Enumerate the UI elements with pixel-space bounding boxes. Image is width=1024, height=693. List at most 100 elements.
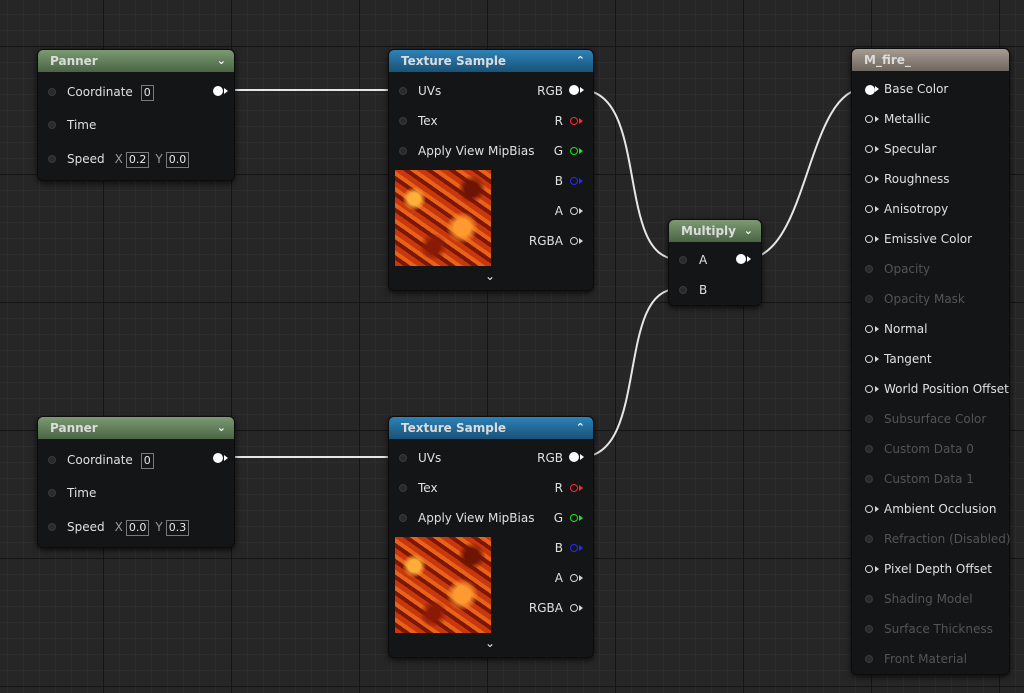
coordinate-pin[interactable] (48, 456, 56, 464)
node-header[interactable]: Panner ⌄ (38, 417, 234, 439)
material-input-pin[interactable] (865, 565, 873, 573)
coordinate-input[interactable]: 0 (140, 85, 154, 101)
material-input-label: Opacity (884, 262, 931, 276)
node-title: Texture Sample (401, 421, 507, 435)
b-pin[interactable] (570, 544, 578, 552)
b-pin[interactable] (570, 177, 578, 185)
chevron-up-icon[interactable]: ⌃ (576, 50, 585, 72)
uvs-pin[interactable] (399, 87, 407, 95)
panner-node-2[interactable]: Panner ⌄ Coordinate 0 Time Speed X 0.0 Y 0.3 (37, 416, 235, 548)
speed-x-input[interactable]: 0.2 (125, 152, 150, 168)
material-input-pin[interactable] (865, 145, 873, 153)
rgba-pin[interactable] (570, 604, 578, 612)
expand-chevron-icon[interactable]: ⌄ (485, 636, 495, 650)
material-input-pin[interactable] (865, 265, 873, 273)
speed-y-input[interactable]: 0.3 (165, 520, 190, 536)
material-input-label: Front Material (884, 652, 967, 666)
material-input-pin[interactable] (865, 475, 873, 483)
material-input-pin[interactable] (865, 625, 873, 633)
material-input-pin[interactable] (865, 655, 873, 663)
node-header[interactable]: Multiply ⌄ (669, 220, 761, 242)
arrow-icon (875, 176, 879, 182)
chevron-up-icon[interactable]: ⌃ (576, 417, 585, 439)
input-a-label: A (699, 253, 708, 267)
mipbias-pin[interactable] (399, 147, 407, 155)
speed-pin[interactable] (48, 523, 56, 531)
speed-label: Speed (67, 152, 105, 166)
a-arrow-icon (579, 575, 583, 581)
node-header[interactable]: Panner ⌄ (38, 50, 234, 72)
node-header[interactable]: Texture Sample ⌃ (389, 50, 593, 72)
rgb-pin[interactable] (569, 85, 579, 95)
material-input-label: Subsurface Color (884, 412, 987, 426)
g-label: G (553, 144, 563, 158)
texture-sample-node-1[interactable]: Texture Sample ⌃ UVs Tex Apply View MipB… (388, 49, 594, 291)
texture-sample-node-2[interactable]: Texture Sample ⌃ UVs Tex Apply View MipB… (388, 416, 594, 658)
g-pin[interactable] (570, 147, 578, 155)
uvs-label: UVs (418, 451, 442, 465)
material-output-node[interactable]: M_fire_ Base Color Metallic Specular Roughn… (851, 48, 1011, 675)
b-label: B (554, 541, 563, 555)
time-pin[interactable] (48, 121, 56, 129)
a-pin[interactable] (570, 207, 578, 215)
chevron-down-icon[interactable]: ⌄ (217, 50, 226, 72)
uvs-label: UVs (418, 84, 442, 98)
material-input-pin[interactable] (865, 415, 873, 423)
wire-tex1-to-multiply-a (580, 89, 678, 260)
material-input-pin[interactable] (865, 355, 873, 363)
rgba-label: RGBA (528, 234, 563, 248)
time-pin[interactable] (48, 489, 56, 497)
rgb-pin[interactable] (569, 452, 579, 462)
material-input-pin[interactable] (865, 175, 873, 183)
node-header[interactable]: Texture Sample ⌃ (389, 417, 593, 439)
rgba-label: RGBA (528, 601, 563, 615)
input-b-pin[interactable] (679, 286, 687, 294)
coordinate-label: Coordinate (67, 85, 133, 99)
coordinate-input[interactable]: 0 (140, 453, 154, 469)
coordinate-pin[interactable] (48, 88, 56, 96)
material-input-pin[interactable] (865, 445, 873, 453)
arrow-icon (875, 566, 879, 572)
node-header[interactable]: M_fire_ (852, 49, 1009, 71)
speed-pin[interactable] (48, 155, 56, 163)
output-pin[interactable] (213, 453, 223, 463)
output-pin[interactable] (213, 86, 223, 96)
expand-chevron-icon[interactable]: ⌄ (485, 269, 495, 283)
speed-y-input[interactable]: 0.0 (165, 152, 190, 168)
speed-x-input[interactable]: 0.0 (125, 520, 150, 536)
input-a-pin[interactable] (679, 256, 687, 264)
tex-pin[interactable] (399, 117, 407, 125)
material-input-pin[interactable] (865, 595, 873, 603)
material-input-pin[interactable] (865, 85, 875, 95)
chevron-down-icon[interactable]: ⌄ (217, 417, 226, 439)
arrow-icon (875, 386, 879, 392)
arrow-icon (875, 236, 879, 242)
material-input-label: Tangent (884, 352, 932, 366)
rgba-pin[interactable] (570, 237, 578, 245)
r-pin[interactable] (570, 484, 578, 492)
arrow-icon (875, 86, 879, 92)
material-input-pin[interactable] (865, 115, 873, 123)
material-input-pin[interactable] (865, 505, 873, 513)
time-label: Time (67, 486, 97, 500)
material-input-label: Anisotropy (884, 202, 949, 216)
chevron-down-icon[interactable]: ⌄ (744, 220, 753, 242)
output-pin[interactable] (736, 254, 746, 264)
material-input-pin[interactable] (865, 235, 873, 243)
arrow-icon (875, 116, 879, 122)
panner-node-1[interactable]: Panner ⌄ Coordinate 0 Time Speed X 0.2 Y 0.0 (37, 49, 235, 181)
material-input-pin[interactable] (865, 325, 873, 333)
a-arrow-icon (579, 208, 583, 214)
uvs-pin[interactable] (399, 454, 407, 462)
g-pin[interactable] (570, 514, 578, 522)
multiply-node[interactable]: Multiply ⌄ A B (668, 219, 762, 306)
a-pin[interactable] (570, 574, 578, 582)
material-input-pin[interactable] (865, 295, 873, 303)
material-input-pin[interactable] (865, 385, 873, 393)
mipbias-pin[interactable] (399, 514, 407, 522)
r-pin[interactable] (570, 117, 578, 125)
tex-pin[interactable] (399, 484, 407, 492)
material-input-label: Shading Model (884, 592, 973, 606)
material-input-pin[interactable] (865, 205, 873, 213)
material-input-pin[interactable] (865, 535, 873, 543)
